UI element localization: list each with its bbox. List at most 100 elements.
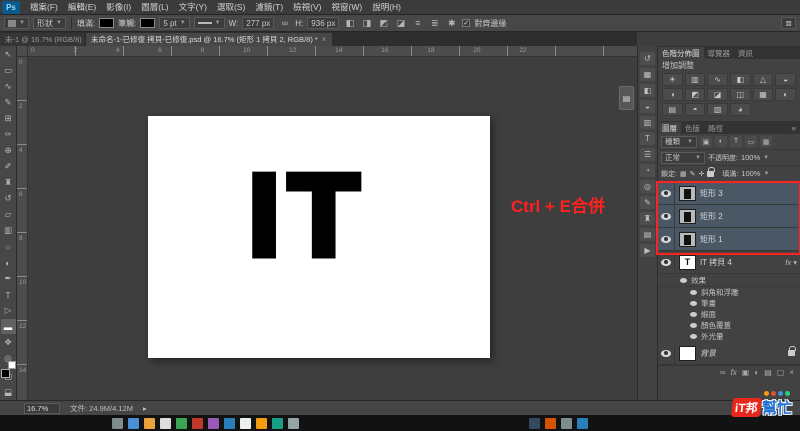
black-white-icon[interactable]: ◩ [684,88,706,101]
exclude-shape-icon[interactable]: ◪ [394,17,407,29]
menu-select[interactable]: 選取(S) [212,0,250,15]
timeline-panel-icon[interactable]: ▤ [640,228,655,241]
move-tool[interactable]: ↖ [1,47,16,62]
hand-tool[interactable]: ✥ [1,335,16,350]
brush-presets-panel-icon[interactable]: ✎ [640,196,655,209]
invert-icon[interactable]: ◐ [775,88,796,101]
layer-name[interactable]: 矩形 2 [700,211,723,222]
layer-name[interactable]: 背景 [700,348,716,359]
filter-pixel-layers-icon[interactable]: ▣ [700,136,712,147]
tab-info[interactable]: 資訊 [734,47,757,59]
photo-filter-icon[interactable]: ◪ [707,88,728,101]
menu-file[interactable]: 檔案(F) [25,0,63,15]
background-thumbnail[interactable] [679,345,696,361]
taskbar-app-icon[interactable] [144,417,155,429]
taskbar-app-icon[interactable] [224,417,235,429]
taskbar-tray-icon[interactable] [529,417,540,429]
actions-panel-icon[interactable]: ▶ [640,244,655,257]
crop-tool[interactable]: ⊞ [1,111,16,126]
filter-kind-dropdown[interactable]: 種類 ▼ [661,135,697,148]
layer-row-background[interactable]: 背景 [658,342,800,365]
close-tab-icon[interactable]: × [322,35,327,44]
align-edges-checkbox[interactable]: ✓ [462,19,471,27]
color-balance-icon[interactable]: ◑ [662,88,683,101]
layer-name[interactable]: 矩形 1 [700,234,723,245]
tab-navigator[interactable]: 導覽器 [704,47,735,59]
eye-icon[interactable] [690,334,697,339]
history-panel-icon[interactable]: ↺ [640,52,655,65]
type-tool[interactable]: T [1,287,16,302]
gradient-tool[interactable]: ▥ [1,223,16,238]
taskbar-app-icon[interactable] [208,417,219,429]
color-panel-icon[interactable]: ◒ [640,100,655,113]
geometry-options-gear-icon[interactable]: ✱ [445,17,458,29]
lock-all-icon[interactable] [707,166,716,177]
taskbar-app-icon[interactable] [112,417,123,429]
layer-style-icon[interactable]: fx [731,368,737,377]
ruler-origin[interactable] [17,46,28,57]
collapsed-panel-flyout-button[interactable]: ▤ [619,86,634,110]
visibility-toggle[interactable] [658,182,675,204]
path-arrangement-icon[interactable]: ≣ [428,17,441,29]
path-alignment-icon[interactable]: ≡ [411,17,424,29]
new-adjustment-layer-icon[interactable]: ◐ [754,368,759,377]
menu-layer[interactable]: 圖層(L) [136,0,173,15]
tab-histogram[interactable]: 色階分佈圖 [658,47,704,59]
filter-smart-objects-icon[interactable]: ▦ [760,136,772,147]
blend-mode-dropdown[interactable]: 正常 ▼ [661,151,705,164]
stroke-width-dropdown[interactable]: 5 pt ▼ [159,17,190,29]
layer-row-rect2[interactable]: 矩形 2 [658,205,800,228]
document-canvas[interactable]: IT [148,116,490,358]
brush-tool[interactable]: ✐ [1,159,16,174]
gradient-map-icon[interactable]: ▧ [707,103,728,116]
eye-icon[interactable] [690,301,697,306]
taskbar-app-icon[interactable] [288,417,299,429]
filter-type-layers-icon[interactable]: T [730,136,742,147]
layer-row-rect1[interactable]: 矩形 1 [658,228,800,251]
combine-shapes-icon[interactable]: ◧ [343,17,356,29]
curves-icon[interactable]: ∿ [707,73,728,86]
menu-view[interactable]: 檢視(V) [288,0,326,15]
eye-icon[interactable] [690,290,697,295]
layer-name[interactable]: IT 拷貝 4 [700,257,732,268]
status-options-arrow-icon[interactable]: ▸ [143,404,147,413]
taskbar-app-icon[interactable] [128,417,139,429]
tool-preset-picker[interactable]: ▼ [4,17,29,29]
eraser-tool[interactable]: ▱ [1,207,16,222]
brightness-contrast-icon[interactable]: ☀ [662,73,683,86]
lock-pixels-icon[interactable]: ✎ [690,170,696,178]
exposure-icon[interactable]: ◧ [729,73,751,86]
filter-shape-layers-icon[interactable]: ▭ [745,136,757,147]
taskbar-tray-icon[interactable] [577,417,588,429]
visibility-toggle[interactable] [658,228,675,250]
tab-layers[interactable]: 圖層 [658,122,681,134]
navigator-panel-icon[interactable]: ◎ [640,180,655,193]
effects-header-row[interactable]: 效果 [658,274,800,287]
marquee-tool[interactable]: ▭ [1,63,16,78]
styles-panel-icon[interactable]: ◧ [640,84,655,97]
effect-color-overlay[interactable]: 顏色覆蓋 [658,320,800,331]
layer-row-rect3[interactable]: 矩形 3 [658,182,800,205]
visibility-toggle[interactable] [658,205,675,227]
add-layer-mask-icon[interactable]: ▣ [742,368,750,377]
swatches-panel-icon[interactable]: ▦ [640,68,655,81]
taskbar-app-icon[interactable] [192,417,203,429]
levels-icon[interactable]: ▥ [684,73,706,86]
layer-thumbnail[interactable] [679,185,696,201]
shape-width-field[interactable]: 277 px [242,17,275,29]
paragraph-panel-icon[interactable]: ☰ [640,148,655,161]
taskbar-app-icon[interactable] [240,417,251,429]
layer-name[interactable]: 矩形 3 [700,188,723,199]
visibility-toggle[interactable] [658,251,675,273]
effect-stroke[interactable]: 筆畫 [658,298,800,309]
screen-mode-button[interactable]: ⬓ [1,385,16,400]
menu-image[interactable]: 影像(I) [101,0,136,15]
menu-type[interactable]: 文字(Y) [174,0,212,15]
subtract-shape-icon[interactable]: ◨ [360,17,373,29]
intersect-shape-icon[interactable]: ◩ [377,17,390,29]
menu-filter[interactable]: 濾鏡(T) [250,0,288,15]
taskbar-app-icon[interactable] [272,417,283,429]
visibility-toggle[interactable] [658,342,675,364]
text-layer-thumbnail[interactable]: T [679,254,696,270]
layer-thumbnail[interactable] [679,231,696,247]
